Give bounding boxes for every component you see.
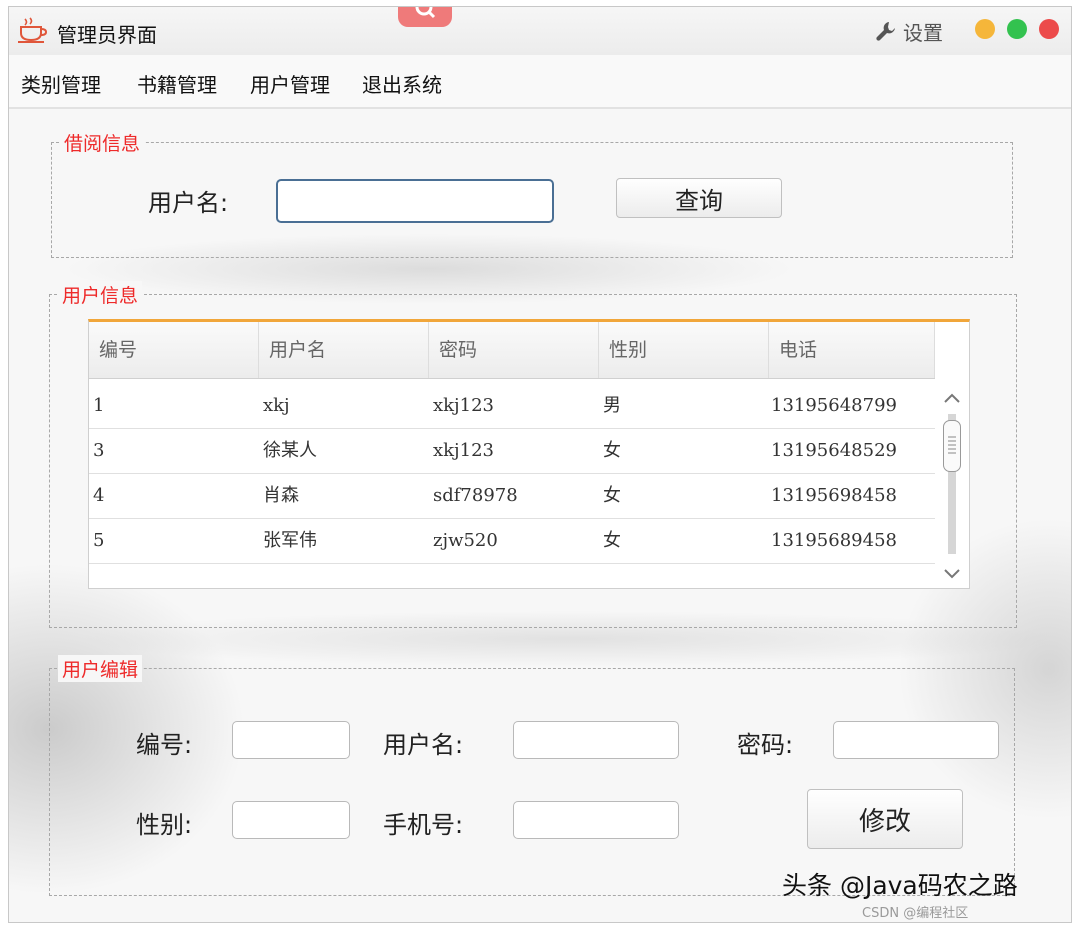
grip-icon [948, 436, 956, 454]
cell-phone: 13195689458 [771, 530, 897, 551]
watermark-text: 头条 @Java码农之路 [782, 871, 1018, 900]
edit-password-input[interactable] [833, 721, 999, 759]
chevron-down-icon[interactable] [935, 562, 969, 584]
coffee-cup-icon [18, 17, 48, 43]
edit-gender-input[interactable] [232, 801, 350, 839]
settings-label: 设置 [903, 20, 943, 45]
content-area: 借阅信息 用户名: 查询 用户信息 编号 用户名 密码 性别 电话 1 xkj … [9, 109, 1071, 922]
chevron-up-icon[interactable] [935, 388, 969, 410]
column-header-id[interactable]: 编号 [89, 322, 259, 378]
user-info-title: 用户信息 [58, 281, 143, 308]
cell-username: 张军伟 [263, 530, 317, 551]
window-title: 管理员界面 [57, 23, 157, 47]
query-button[interactable]: 查询 [616, 178, 782, 218]
scrollbar-thumb[interactable] [943, 420, 961, 472]
user-table: 编号 用户名 密码 性别 电话 1 xkj xkj123 男 131956487… [88, 319, 970, 589]
edit-id-input[interactable] [232, 721, 350, 759]
cell-username: xkj [263, 395, 290, 416]
cell-username: 徐某人 [263, 440, 317, 461]
user-edit-panel: 用户编辑 编号: 用户名: 密码: 性别: 手机号: 修改 [49, 655, 1015, 896]
table-scrollbar[interactable] [935, 378, 969, 588]
borrow-username-label: 用户名: [148, 189, 229, 217]
column-header-phone[interactable]: 电话 [769, 322, 935, 378]
table-row[interactable]: 1 xkj xkj123 男 13195648799 [89, 384, 935, 429]
modify-button[interactable]: 修改 [807, 789, 963, 849]
column-header-password[interactable]: 密码 [429, 322, 599, 378]
cell-gender: 女 [603, 485, 621, 506]
search-tab[interactable] [398, 7, 452, 27]
table-header: 编号 用户名 密码 性别 电话 [89, 322, 935, 379]
borrow-info-title: 借阅信息 [60, 129, 145, 156]
minimize-button[interactable] [975, 19, 995, 39]
edit-phone-label: 手机号: [383, 811, 464, 839]
user-info-panel: 用户信息 编号 用户名 密码 性别 电话 1 xkj xkj123 男 1319… [49, 281, 1017, 628]
settings-button[interactable]: 设置 [875, 17, 943, 45]
cell-id: 3 [93, 440, 105, 461]
close-button[interactable] [1039, 19, 1059, 39]
edit-username-label: 用户名: [383, 731, 464, 759]
title-bar: 管理员界面 设置 [9, 7, 1071, 56]
cell-gender: 女 [603, 530, 621, 551]
menu-user-management[interactable]: 用户管理 [250, 69, 330, 98]
cell-id: 1 [93, 395, 105, 416]
edit-password-label: 密码: [737, 731, 794, 759]
menu-category-management[interactable]: 类别管理 [21, 69, 101, 98]
edit-id-label: 编号: [136, 731, 193, 759]
menu-book-management[interactable]: 书籍管理 [137, 69, 217, 98]
table-row-partial[interactable] [89, 564, 935, 588]
user-edit-title: 用户编辑 [58, 655, 143, 682]
admin-window: 管理员界面 设置 类别管理 书籍管理 用户管理 退出系统 借阅信息 用户名: 查… [8, 6, 1072, 923]
cell-password: xkj123 [433, 395, 494, 416]
table-body: 1 xkj xkj123 男 13195648799 3 徐某人 xkj123 … [89, 384, 935, 588]
cell-phone: 13195648799 [771, 395, 897, 416]
column-header-username[interactable]: 用户名 [259, 322, 429, 378]
column-header-gender[interactable]: 性别 [599, 322, 769, 378]
cell-password: zjw520 [433, 530, 498, 551]
cell-id: 5 [93, 530, 105, 551]
cell-gender: 女 [603, 440, 621, 461]
cell-gender: 男 [603, 395, 621, 416]
cell-password: sdf78978 [433, 485, 518, 506]
cell-username: 肖森 [263, 485, 299, 506]
table-row[interactable]: 3 徐某人 xkj123 女 13195648529 [89, 429, 935, 474]
menu-exit-system[interactable]: 退出系统 [362, 69, 442, 98]
maximize-button[interactable] [1007, 19, 1027, 39]
cell-password: xkj123 [433, 440, 494, 461]
cell-phone: 13195648529 [771, 440, 897, 461]
table-row[interactable]: 5 张军伟 zjw520 女 13195689458 [89, 519, 935, 564]
cell-id: 4 [93, 485, 105, 506]
borrow-username-input[interactable] [276, 179, 554, 223]
menu-bar: 类别管理 书籍管理 用户管理 退出系统 [9, 55, 1071, 109]
wrench-icon [876, 22, 895, 41]
watermark-small-text: CSDN @编程社区 [862, 906, 969, 921]
edit-gender-label: 性别: [136, 811, 193, 839]
borrow-info-panel: 借阅信息 用户名: 查询 [51, 129, 1013, 258]
edit-phone-input[interactable] [513, 801, 679, 839]
edit-username-input[interactable] [513, 721, 679, 759]
search-icon [415, 7, 436, 19]
table-row[interactable]: 4 肖森 sdf78978 女 13195698458 [89, 474, 935, 519]
cell-phone: 13195698458 [771, 485, 897, 506]
